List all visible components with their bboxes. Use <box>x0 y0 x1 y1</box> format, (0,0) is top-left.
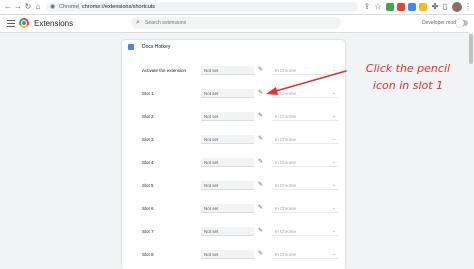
annotation-line-1: Click the pencil <box>365 62 451 75</box>
annotation-arrow <box>266 70 347 95</box>
annotation-line-2: icon in slot 1 <box>372 79 444 92</box>
annotation-note: Click the pencil icon in slot 1 <box>343 60 473 94</box>
